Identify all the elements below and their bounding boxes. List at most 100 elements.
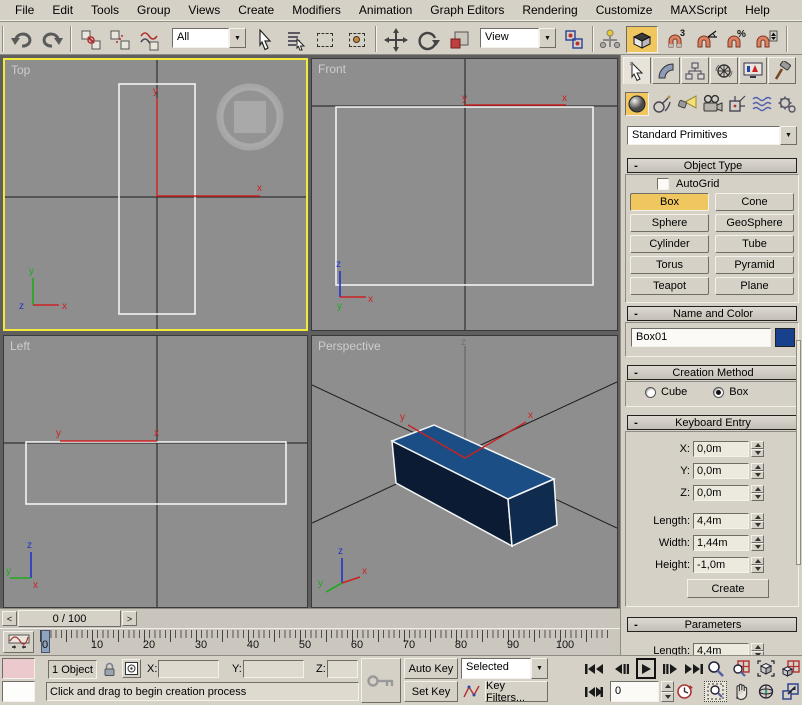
viewport-top-canvas[interactable]: y x y x z	[5, 60, 306, 329]
toolbar-drag-handle[interactable]	[2, 26, 4, 52]
rollout-parameters-header[interactable]: - Parameters	[627, 617, 797, 632]
time-configuration-button[interactable]	[674, 681, 695, 702]
set-key-button[interactable]: Set Key	[404, 681, 458, 702]
redo-button[interactable]	[38, 26, 65, 53]
x-coord-input[interactable]	[158, 660, 219, 678]
viewport-left[interactable]: Left y x z y x	[3, 335, 308, 608]
subtab-helpers[interactable]	[725, 92, 749, 116]
spinner-control[interactable]	[751, 557, 764, 573]
spinner-up-icon[interactable]	[661, 681, 674, 692]
y-coord-input[interactable]	[243, 660, 304, 678]
frame-next-button[interactable]: >	[122, 611, 137, 626]
viewport-top-label[interactable]: Top	[11, 63, 30, 77]
frame-prev-button[interactable]: <	[2, 611, 17, 626]
maxscript-mini-listener[interactable]	[2, 681, 35, 702]
z-coord-input[interactable]	[327, 660, 358, 678]
chevron-down-icon[interactable]: ▼	[531, 658, 548, 679]
chevron-down-icon[interactable]: ▼	[229, 28, 246, 48]
percent-snap-toggle-button[interactable]: %	[722, 26, 749, 53]
object-type-button[interactable]: Teapot	[630, 277, 709, 295]
auto-key-button[interactable]: Auto Key	[404, 658, 458, 679]
frame-spinner[interactable]	[661, 681, 674, 702]
panel-scrollbar[interactable]	[796, 340, 801, 565]
spinner-snap-toggle-button[interactable]	[752, 26, 779, 53]
menu-item[interactable]: Group	[128, 0, 179, 20]
box-wireframe-left[interactable]	[26, 442, 286, 504]
menu-item[interactable]: Animation	[350, 0, 421, 20]
absolute-mode-transform-toggle[interactable]	[122, 659, 141, 678]
angle-snap-toggle-button[interactable]	[692, 26, 719, 53]
object-type-button[interactable]: Plane	[715, 277, 794, 295]
zoom-extents-all-button[interactable]	[779, 658, 802, 679]
viewport-perspective-label[interactable]: Perspective	[318, 339, 381, 353]
pan-button[interactable]	[729, 681, 752, 702]
create-button[interactable]: Create	[687, 579, 769, 598]
spinner-control[interactable]	[751, 485, 764, 501]
spinner-down-icon[interactable]	[751, 471, 764, 479]
subtab-shapes[interactable]	[650, 92, 674, 116]
select-and-manipulate-button[interactable]	[598, 26, 622, 53]
arc-rotate-button[interactable]	[754, 681, 777, 702]
select-by-name-button[interactable]	[281, 26, 308, 53]
spinner-up-icon[interactable]	[751, 535, 764, 543]
viewcube-face[interactable]	[234, 101, 266, 133]
spinner-down-icon[interactable]	[751, 449, 764, 457]
current-frame-field[interactable]: 0	[610, 681, 659, 702]
time-slider-handle[interactable]: 0 / 100	[18, 610, 121, 627]
tab-hierarchy[interactable]	[681, 57, 709, 84]
select-and-rotate-button[interactable]	[414, 26, 441, 53]
spinner-control[interactable]	[751, 643, 764, 655]
go-to-start-button[interactable]	[582, 658, 606, 679]
object-type-button[interactable]: Pyramid	[715, 256, 794, 274]
subtab-cameras[interactable]	[700, 92, 724, 116]
selection-lock-toggle[interactable]	[101, 660, 117, 679]
numeric-input[interactable]: -1,0m	[693, 557, 749, 573]
object-type-button[interactable]: Tube	[715, 235, 794, 253]
viewport-left-canvas[interactable]: y x z y x	[4, 336, 307, 607]
tab-motion[interactable]	[710, 57, 738, 84]
viewport-top[interactable]: Top y x y x z	[3, 58, 308, 331]
numeric-input[interactable]: 0,0m	[693, 485, 749, 501]
primitive-category-dropdown[interactable]: Standard Primitives ▼	[627, 126, 797, 145]
spinner-down-icon[interactable]	[751, 493, 764, 501]
menu-item[interactable]: Create	[229, 0, 283, 20]
rectangular-selection-region-button[interactable]	[311, 26, 338, 53]
track-bar[interactable]: 0102030405060708090100	[0, 628, 620, 655]
collapse-icon[interactable]: -	[628, 367, 644, 379]
menu-item[interactable]: Tools	[82, 0, 128, 20]
creation-method-radio[interactable]: Cube	[645, 386, 687, 398]
viewport-front[interactable]: Front y x z y x	[311, 58, 618, 331]
subtab-geometry[interactable]	[625, 92, 649, 116]
viewport-front-canvas[interactable]: y x z y x	[312, 59, 617, 330]
time-slider-track[interactable]: < 0 / 100 >	[0, 608, 620, 628]
spinner-down-icon[interactable]	[751, 565, 764, 573]
window-crossing-button[interactable]	[343, 26, 370, 53]
numeric-input[interactable]: 0,0m	[693, 441, 749, 457]
spinner-down-icon[interactable]	[661, 692, 674, 703]
object-type-button[interactable]: GeoSphere	[715, 214, 794, 232]
spinner-up-icon[interactable]	[751, 513, 764, 521]
collapse-icon[interactable]: -	[628, 619, 644, 631]
spinner-down-icon[interactable]	[751, 521, 764, 529]
object-type-button[interactable]: Cone	[715, 193, 794, 211]
chevron-down-icon[interactable]: ▼	[780, 126, 797, 145]
menu-item[interactable]: Help	[736, 0, 779, 20]
menu-item[interactable]: Edit	[43, 0, 82, 20]
spinner-up-icon[interactable]	[751, 557, 764, 565]
object-type-button[interactable]: Torus	[630, 256, 709, 274]
bind-to-space-warp-button[interactable]	[136, 26, 163, 53]
selection-filter-dropdown[interactable]: All ▼	[172, 28, 246, 48]
key-mode-toggle-button[interactable]	[582, 681, 606, 702]
reference-coordinate-system-dropdown[interactable]: View ▼	[480, 28, 556, 48]
tab-display[interactable]	[739, 57, 767, 84]
spinner-up-icon[interactable]	[751, 485, 764, 493]
default-in-out-tangents-button[interactable]	[461, 681, 483, 702]
tab-create[interactable]	[623, 57, 651, 84]
spinner-control[interactable]	[751, 535, 764, 551]
next-frame-button[interactable]	[659, 658, 681, 679]
box-object[interactable]	[392, 425, 557, 546]
rollout-name-color-header[interactable]: - Name and Color	[627, 306, 797, 321]
spinner-up-icon[interactable]	[751, 463, 764, 471]
zoom-button[interactable]	[704, 658, 727, 679]
maxscript-mini-listener-macro[interactable]	[2, 658, 35, 679]
